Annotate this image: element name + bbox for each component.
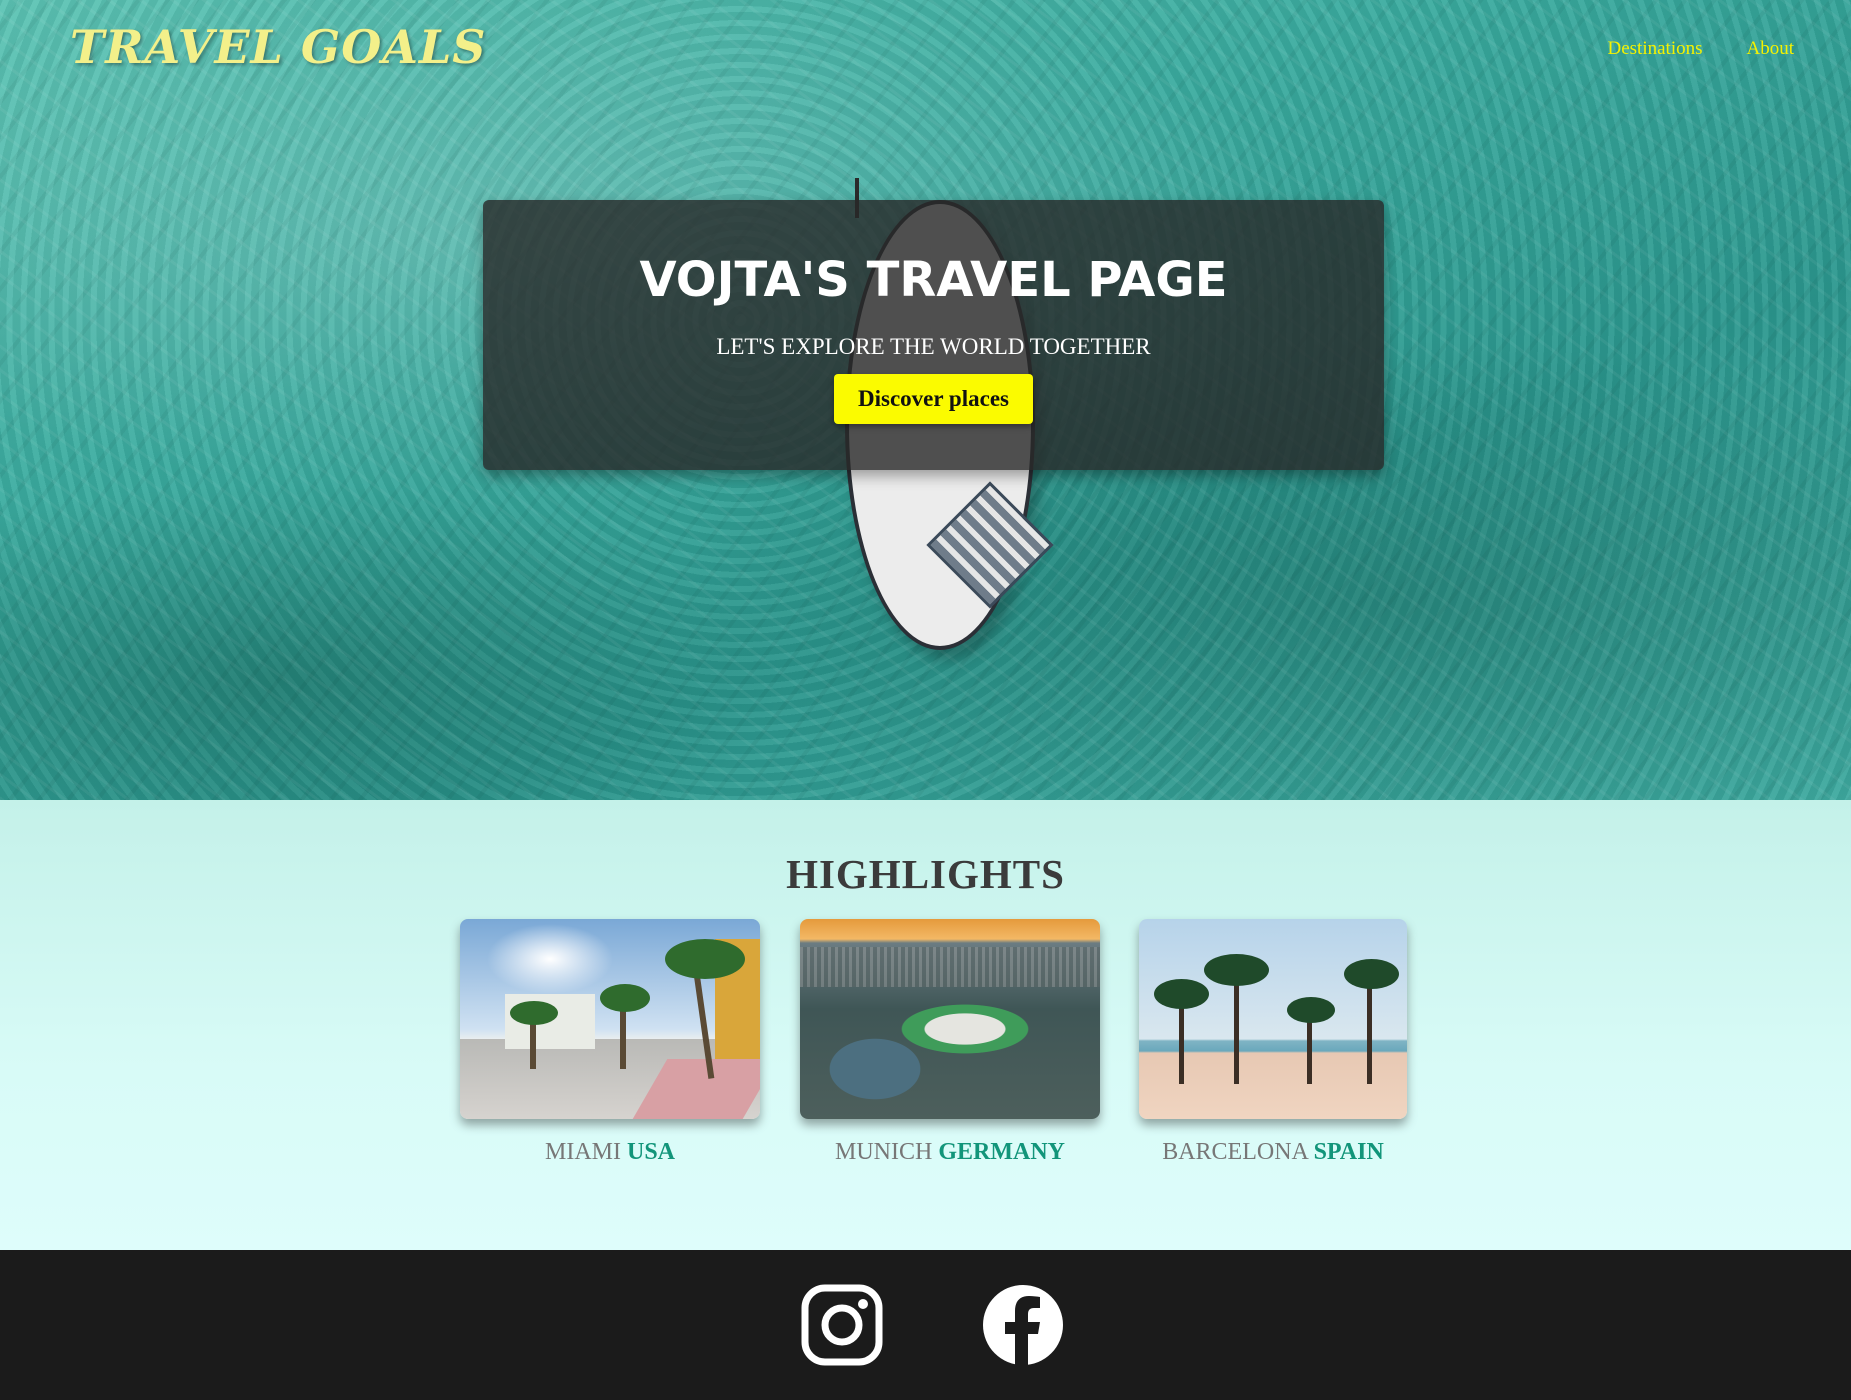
main-nav: Destinations About (1608, 38, 1795, 60)
highlight-card-miami[interactable]: MIAMI USA (460, 919, 760, 1166)
palm-leaves (1154, 979, 1209, 1009)
tagline: LET'S EXPLORE THE WORLD TOGETHER (716, 334, 1151, 359)
skyline-shape (800, 947, 1100, 987)
card-country: GERMANY (938, 1139, 1065, 1165)
highlights-title: HIGHLIGHTS (786, 851, 1065, 897)
barcelona-photo[interactable] (1139, 919, 1407, 1119)
highlights-section: HIGHLIGHTS MIAMI USA MUNICH GERMANY BARC… (0, 800, 1851, 1250)
palm-leaves (600, 984, 650, 1012)
card-caption: BARCELONA SPAIN (1139, 1139, 1407, 1166)
page-title: VOJTA'S TRAVEL PAGE (639, 252, 1228, 308)
card-country: USA (626, 1139, 675, 1165)
munich-photo[interactable] (800, 919, 1100, 1119)
instagram-icon[interactable] (801, 1284, 883, 1366)
intro-panel: VOJTA'S TRAVEL PAGE LET'S EXPLORE THE WO… (483, 200, 1384, 470)
palm-leaves (510, 1001, 558, 1025)
card-city: MUNICH (835, 1139, 933, 1165)
nav-link-destinations[interactable]: Destinations (1608, 38, 1703, 60)
site-logo[interactable]: TRAVEL GOALS (70, 20, 487, 74)
card-caption: MIAMI USA (460, 1139, 760, 1166)
facebook-icon[interactable] (982, 1284, 1064, 1366)
sidewalk-shape (632, 1059, 760, 1119)
discover-places-button[interactable]: Discover places (834, 374, 1033, 424)
highlight-card-barcelona[interactable]: BARCELONA SPAIN (1139, 919, 1407, 1166)
nav-link-about[interactable]: About (1747, 38, 1795, 60)
highlight-card-munich[interactable]: MUNICH GERMANY (800, 919, 1100, 1166)
palm-leaves (1204, 954, 1269, 986)
palm-trunk (1234, 969, 1239, 1084)
hero-section: TRAVEL GOALS Destinations About VOJTA'S … (0, 0, 1851, 800)
footer (0, 1250, 1851, 1400)
palm-leaves (1344, 959, 1399, 989)
card-country: SPAIN (1313, 1139, 1384, 1165)
card-city: BARCELONA (1162, 1139, 1308, 1165)
palm-leaves (1287, 997, 1335, 1023)
palm-trunk (1367, 974, 1372, 1084)
card-caption: MUNICH GERMANY (800, 1139, 1100, 1166)
card-city: MIAMI (544, 1139, 621, 1165)
palm-leaves (665, 939, 745, 979)
miami-photo[interactable] (460, 919, 760, 1119)
